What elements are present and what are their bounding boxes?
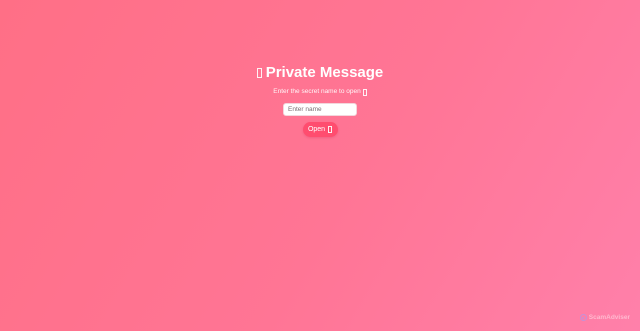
prompt-text: Enter the secret name to open (273, 86, 367, 98)
watermark-text: ScamAdviser (588, 314, 630, 321)
prompt-label: Enter the secret name to open (273, 88, 361, 95)
title-text: Private Message (265, 64, 384, 81)
missing-glyph-icon (328, 126, 333, 133)
page-title: Private Message (256, 64, 384, 82)
page: Private Message Enter the secret name to… (0, 0, 640, 331)
missing-glyph-icon (256, 68, 262, 78)
scam-detector-logo-icon (579, 314, 587, 321)
name-input[interactable] (283, 103, 357, 116)
open-button[interactable]: Open (302, 122, 338, 137)
watermark: ScamAdviser (579, 314, 630, 321)
missing-glyph-icon (362, 88, 367, 96)
open-button-label: Open (307, 126, 326, 133)
message-card: Private Message Enter the secret name to… (0, 64, 640, 137)
